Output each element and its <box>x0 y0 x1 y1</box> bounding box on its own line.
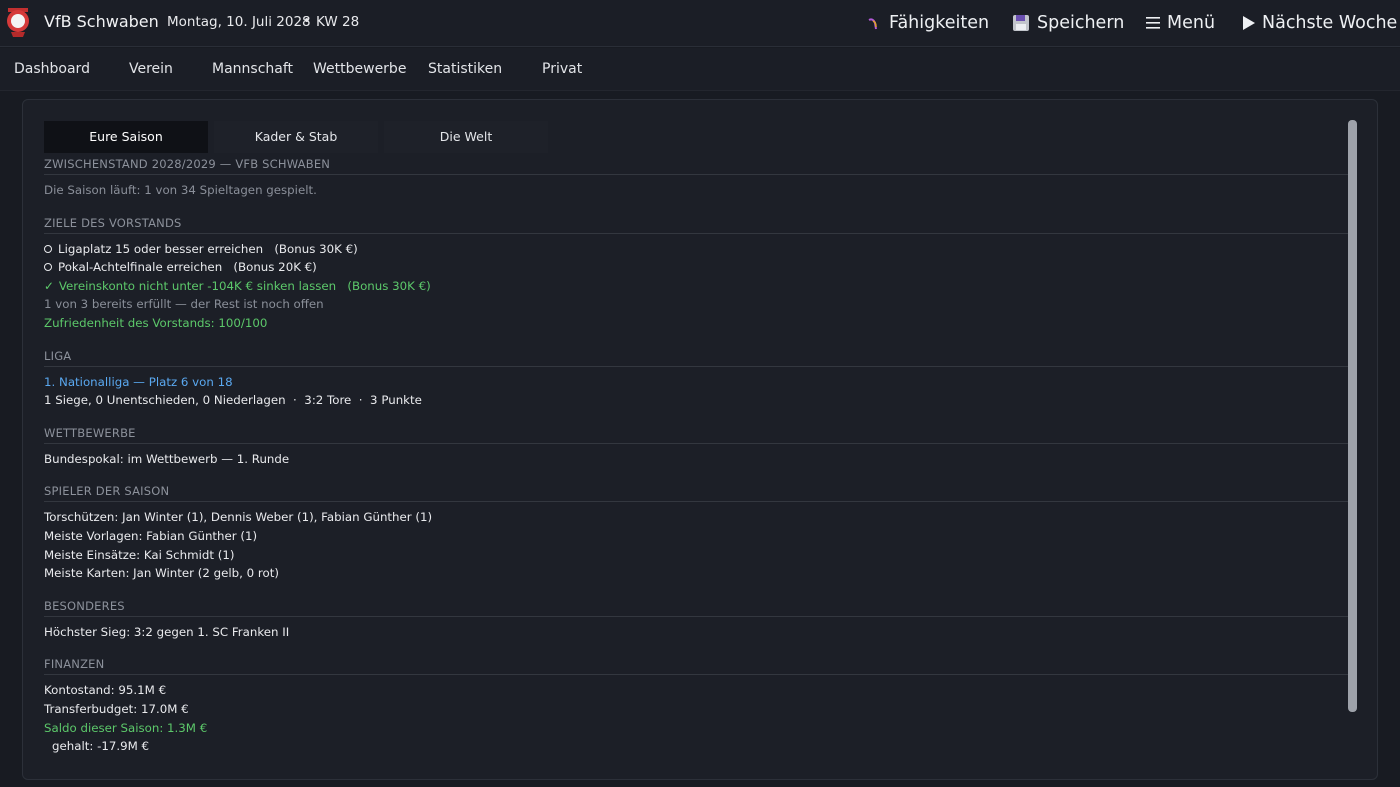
section-title-players: SPIELER DER SAISON <box>44 483 1348 503</box>
skills-label: Fähigkeiten <box>889 13 990 33</box>
board-goal: Ligaplatz 15 oder besser erreichen (Bonu… <box>44 240 1348 259</box>
season-panel: Eure Saison Kader & Stab Die Welt ZWISCH… <box>22 99 1378 780</box>
board-goal: ✓ Vereinskonto nicht unter -104K € sinken… <box>44 277 1348 296</box>
board-satisfaction: Zufriedenheit des Vorstands: 100/100 <box>44 315 268 330</box>
next-week-button[interactable]: Nächste Woche <box>1242 11 1397 35</box>
nav-wettbewerbe[interactable]: Wettbewerbe <box>313 61 406 77</box>
save-label: Speichern <box>1037 13 1125 33</box>
club-logo-icon <box>7 8 29 37</box>
goal-text: Ligaplatz 15 oder besser erreichen <box>58 241 264 256</box>
transfer-budget: Transferbudget: 17.0M € <box>44 701 189 716</box>
nav-mannschaft[interactable]: Mannschaft <box>212 61 293 77</box>
nav-statistiken[interactable]: Statistiken <box>428 61 502 77</box>
goal-text: Vereinskonto nicht unter -104K € sinken … <box>58 278 337 293</box>
season-progress-text: Die Saison läuft: 1 von 34 Spieltagen ge… <box>44 183 317 197</box>
goal-bonus: (Bonus 20K €) <box>233 260 317 275</box>
club-name: VfB Schwaben <box>44 12 159 31</box>
menu-label: Menü <box>1167 13 1216 33</box>
tab-kader-stab[interactable]: Kader & Stab <box>214 121 378 153</box>
season-content: ZWISCHENSTAND 2028/2029 — VFB SCHWABEN D… <box>44 156 1348 756</box>
goal-bonus: (Bonus 30K €) <box>274 241 358 256</box>
scrollbar-thumb[interactable] <box>1348 120 1357 712</box>
current-date: Montag, 10. Juli 2028 <box>167 14 311 30</box>
salary-line: gehalt: -17.9M € <box>52 739 150 754</box>
player-stat-line: Meiste Karten: Jan Winter (2 gelb, 0 rot… <box>44 566 279 581</box>
top-bar: VfB Schwaben Montag, 10. Juli 2028 • KW … <box>0 0 1400 47</box>
nav-dashboard[interactable]: Dashboard <box>14 61 90 77</box>
open-circle-icon <box>44 244 52 253</box>
section-title-competitions: WETTBEWERBE <box>44 425 1348 444</box>
calendar-week: KW 28 <box>316 14 360 30</box>
league-record: 1 Siege, 0 Unentschieden, 0 Niederlagen … <box>44 393 422 408</box>
goal-bonus: (Bonus 30K €) <box>347 278 431 293</box>
player-stat-line: Meiste Vorlagen: Fabian Günther (1) <box>44 528 258 543</box>
biggest-win: Höchster Sieg: 3:2 gegen 1. SC Franken I… <box>44 624 290 639</box>
tab-die-welt[interactable]: Die Welt <box>384 121 548 153</box>
player-stat-line: Torschützen: Jan Winter (1), Dennis Webe… <box>44 510 433 525</box>
skills-button[interactable]: Fähigkeiten <box>864 11 989 35</box>
player-stat-line: Meiste Einsätze: Kai Schmidt (1) <box>44 547 235 562</box>
section-title-standing: ZWISCHENSTAND 2028/2029 — VFB SCHWABEN <box>44 156 1348 175</box>
goal-text: Pokal-Achtelfinale erreichen <box>58 260 223 275</box>
play-icon <box>1243 16 1255 30</box>
tab-bar: Eure Saison Kader & Stab Die Welt <box>44 121 554 153</box>
open-circle-icon <box>44 263 52 272</box>
board-goal: Pokal-Achtelfinale erreichen (Bonus 20K … <box>44 258 1348 277</box>
next-week-label: Nächste Woche <box>1262 13 1398 33</box>
floppy-disk-icon <box>1013 15 1029 31</box>
league-position[interactable]: 1. Nationalliga — Platz 6 von 18 <box>44 373 1348 392</box>
section-title-league: LIGA <box>44 348 1348 367</box>
nav-privat[interactable]: Privat <box>542 61 582 77</box>
tab-eure-saison[interactable]: Eure Saison <box>44 121 208 153</box>
account-balance: Kontostand: 95.1M € <box>44 683 167 698</box>
date-separator: • <box>303 14 311 29</box>
section-title-special: BESONDERES <box>44 598 1348 617</box>
cup-status: Bundespokal: im Wettbewerb — 1. Runde <box>44 451 290 466</box>
checkmark-icon: ✓ <box>44 278 54 293</box>
board-summary: 1 von 3 bereits erfüllt — der Rest ist n… <box>44 297 324 312</box>
section-title-board: ZIELE DES VORSTANDS <box>44 215 1348 234</box>
magic-wand-icon <box>868 18 877 30</box>
section-title-finances: FINANZEN <box>44 656 1348 676</box>
save-button[interactable]: Speichern <box>1012 11 1124 35</box>
season-saldo: Saldo dieser Saison: 1.3M € <box>44 720 208 735</box>
hamburger-icon <box>1146 17 1160 29</box>
menu-button[interactable]: Menü <box>1146 11 1215 35</box>
main-nav: Dashboard Verein Mannschaft Wettbewerbe … <box>0 48 1400 91</box>
scrollbar[interactable] <box>1348 120 1357 712</box>
nav-verein[interactable]: Verein <box>129 61 173 77</box>
